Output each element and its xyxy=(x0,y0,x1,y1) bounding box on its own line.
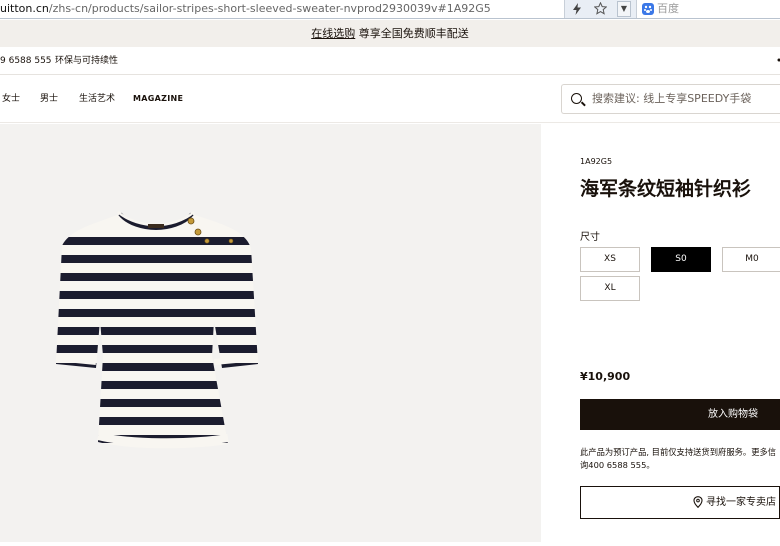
add-to-cart-button[interactable]: 放入购物袋 xyxy=(580,399,780,430)
product-image-pane xyxy=(0,124,541,542)
star-icon[interactable] xyxy=(592,1,608,17)
size-option-m0[interactable]: M0 xyxy=(722,247,780,272)
promo-message: 尊享全国免费顺丰配送 xyxy=(355,27,469,40)
location-pin-icon xyxy=(693,496,703,508)
chevron-down-icon[interactable]: ▼ xyxy=(617,1,631,17)
promo-banner: 在线选购 尊享全国免费顺丰配送 xyxy=(0,20,780,47)
browser-toolbar: uitton.cn/zhs-cn/products/sailor-stripes… xyxy=(0,0,780,19)
product-info-panel: 1A92G5 海军条纹短袖针织衫 尺寸 XS S0 M0 XL ¥10,900 … xyxy=(541,124,780,542)
notice-line-1: 此产品为预订产品, 目前仅支持送货到府服务。更多信 xyxy=(580,446,780,459)
baidu-icon xyxy=(642,3,654,15)
utility-bar: 9 6588 555 环保与可持续性 xyxy=(0,47,780,75)
size-option-s0[interactable]: S0 xyxy=(651,247,711,272)
address-bar[interactable]: uitton.cn/zhs-cn/products/sailor-stripes… xyxy=(0,0,565,18)
search-icon xyxy=(571,93,582,104)
preorder-notice: 此产品为预订产品, 目前仅支持送货到府服务。更多信 询400 6588 555。 xyxy=(580,446,780,472)
notice-line-2: 询400 6588 555。 xyxy=(580,459,780,472)
nav-living[interactable]: 生活艺术 xyxy=(79,75,115,123)
nav-magazine[interactable]: MAGAZINE xyxy=(133,75,183,123)
url-host: uitton.cn xyxy=(0,2,49,15)
product-price: ¥10,900 xyxy=(580,370,630,383)
url-path: /zhs-cn/products/sailor-stripes-short-sl… xyxy=(49,2,491,15)
find-store-button[interactable]: 寻找一家专卖店 xyxy=(580,486,780,519)
product-sku: 1A92G5 xyxy=(580,157,612,166)
sustainability-link[interactable]: 环保与可持续性 xyxy=(55,47,118,75)
search-engine-label: 百度 xyxy=(657,2,679,15)
product-image[interactable] xyxy=(0,124,541,542)
search-placeholder: 搜索建议: 线上专享SPEEDY手袋 xyxy=(592,85,751,113)
lightning-icon[interactable] xyxy=(570,1,584,17)
nav-women[interactable]: 女士 xyxy=(2,75,20,123)
product-title: 海军条纹短袖针织衫 xyxy=(580,174,751,201)
size-option-xs[interactable]: XS xyxy=(580,247,640,272)
online-shop-link[interactable]: 在线选购 xyxy=(311,27,355,40)
size-label: 尺寸 xyxy=(580,228,600,243)
main-nav: 女士 男士 生活艺术 MAGAZINE 搜索建议: 线上专享SPEEDY手袋 xyxy=(0,75,780,123)
browser-search-field[interactable]: 百度 xyxy=(636,0,780,18)
search-input[interactable]: 搜索建议: 线上专享SPEEDY手袋 xyxy=(561,84,780,114)
nav-men[interactable]: 男士 xyxy=(40,75,58,123)
size-option-xl[interactable]: XL xyxy=(580,276,640,301)
phone-number[interactable]: 9 6588 555 xyxy=(0,47,52,75)
find-store-label: 寻找一家专卖店 xyxy=(706,497,776,508)
